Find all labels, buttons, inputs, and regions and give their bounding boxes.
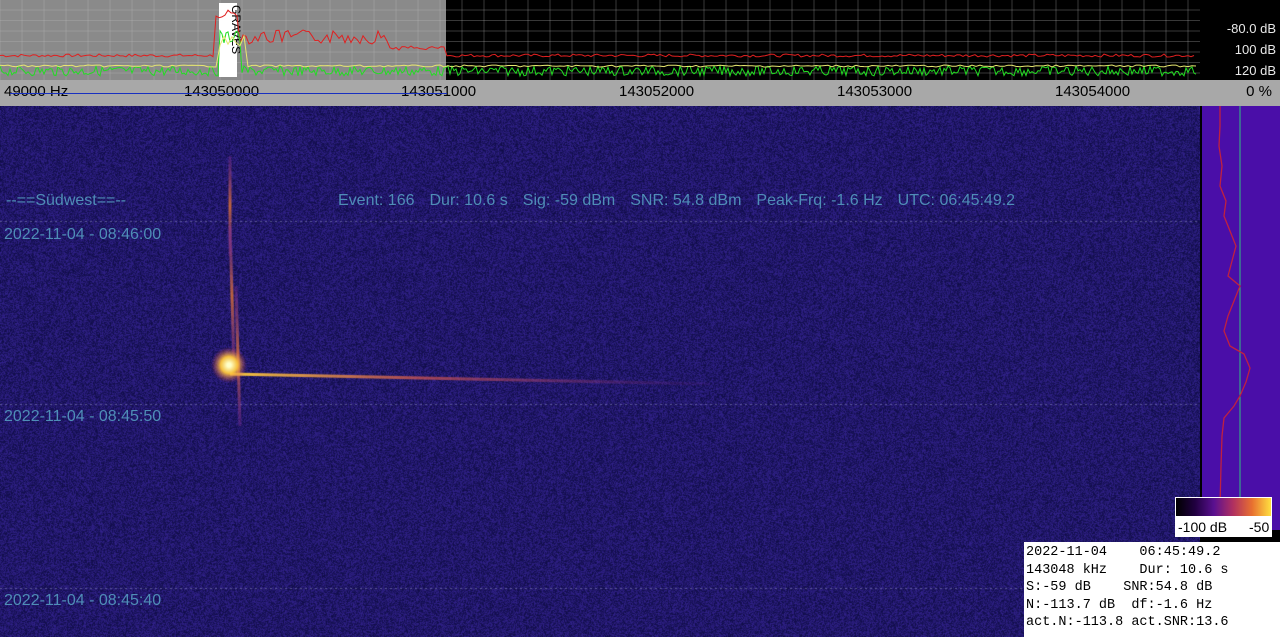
colorbar-min-label: -100 dB: [1178, 519, 1228, 535]
db-scale: -80.0 dB 100 dB 120 dB: [1200, 0, 1280, 80]
event-number: Event: 166: [338, 192, 415, 209]
db-label-top: -80.0 dB: [1226, 21, 1276, 36]
event-peak-frequency: Peak-Frq: -1.6 Hz: [756, 192, 883, 209]
station-label: --==Südwest==--: [6, 192, 127, 209]
info-line-4: N:-113.7 dB df:-1.6 Hz: [1026, 597, 1213, 613]
spectrum-plot[interactable]: GRAVES: [0, 0, 1200, 80]
signal-history-trace: [1218, 106, 1251, 530]
freq-label-5: 143054000: [1055, 83, 1131, 100]
info-line-1: 2022-11-04 06:45:49.2: [1026, 545, 1221, 560]
db-label-bottom: 120 dB: [1234, 63, 1276, 78]
bandwidth-marker: [10, 93, 447, 94]
percent-display: 0 %: [1200, 80, 1280, 106]
spectrum-panel[interactable]: GRAVES: [0, 0, 1200, 80]
percent-value: 0 %: [1246, 83, 1272, 100]
freq-label-4: 143053000: [837, 83, 913, 100]
timestamp-0: 2022-11-04 - 08:46:00: [4, 226, 162, 243]
waterfall-display[interactable]: --==Südwest==-- Event: 166 Dur: 10.6 s Sig…: [0, 106, 1200, 637]
frequency-axis[interactable]: 49000 Hz 143050000 143051000 143052000 1…: [0, 80, 1200, 106]
freq-label-2: 143051000: [401, 83, 477, 100]
event-signal: Sig: -59 dBm: [522, 192, 616, 209]
timestamp-1: 2022-11-04 - 08:45:50: [4, 408, 162, 425]
freq-label-1: 143050000: [184, 83, 260, 100]
info-line-5: act.N:-113.8 act.SNR:13.6: [1026, 615, 1229, 630]
colorbar-max-label: -50: [1249, 519, 1270, 535]
event-snr: SNR: 54.8 dBm: [630, 192, 742, 209]
event-duration: Dur: 10.6 s: [429, 192, 508, 209]
event-utc: UTC: 06:45:49.2: [897, 192, 1016, 209]
freq-label-3: 143052000: [619, 83, 695, 100]
info-line-2: 143048 kHz Dur: 10.6 s: [1026, 562, 1229, 578]
freq-label-0: 49000 Hz: [4, 83, 69, 100]
info-line-3: S:-59 dB SNR:54.8 dB: [1026, 580, 1213, 595]
colorbar-labels: -100 dB -50: [1175, 517, 1272, 537]
event-info-line: Event: 166 Dur: 10.6 s Sig: -59 dBm SNR: 54…: [338, 192, 1030, 210]
colorbar: [1175, 497, 1272, 517]
event-info-box: 2022-11-04 06:45:49.2 143048 kHz Dur: 10.…: [1024, 542, 1280, 637]
waterfall-canvas[interactable]: [0, 106, 1200, 637]
timestamp-2: 2022-11-04 - 08:45:40: [4, 592, 162, 609]
db-label-mid: 100 dB: [1234, 42, 1276, 57]
signal-history-panel: [1202, 106, 1280, 530]
